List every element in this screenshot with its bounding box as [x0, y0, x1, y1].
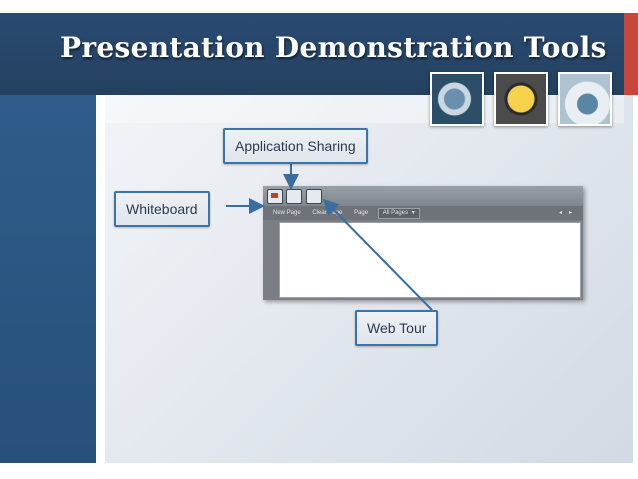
callout-whiteboard: Whiteboard	[114, 191, 210, 227]
clear-page-button[interactable]: Clear Page	[312, 206, 342, 220]
whiteboard-canvas[interactable]	[279, 222, 581, 298]
dvd-drive-icon	[558, 72, 612, 126]
left-sidebar	[0, 95, 96, 463]
callout-application-sharing: Application Sharing	[223, 128, 368, 164]
callout-web-tour: Web Tour	[355, 310, 439, 346]
header-accent	[624, 13, 638, 95]
page-label: Page	[354, 210, 369, 216]
camera-lens-icon	[430, 72, 484, 126]
window-toolbar	[263, 186, 583, 206]
new-page-button[interactable]: New Page	[273, 206, 301, 220]
app-window-screenshot: New Page Clear Page Page All Pages ▾ ◂ ▸	[263, 186, 583, 300]
page-select[interactable]: All Pages ▾	[377, 208, 420, 219]
headphones-icon	[494, 72, 548, 126]
whiteboard-tool-icon[interactable]	[267, 189, 283, 204]
window-page-strip: New Page Clear Page Page All Pages ▾ ◂ ▸	[263, 206, 583, 220]
prev-page-control[interactable]: ◂	[559, 206, 562, 220]
app-sharing-tool-icon[interactable]	[286, 189, 302, 204]
next-page-control[interactable]: ▸	[569, 206, 572, 220]
slide-title: Presentation Demonstration Tools	[60, 31, 607, 64]
page-select-value: All Pages	[382, 210, 409, 216]
bottom-strip	[0, 463, 96, 479]
web-tour-tool-icon[interactable]	[306, 189, 322, 204]
chevron-down-icon: ▾	[411, 210, 415, 216]
slide: Presentation Demonstration Tools New Pag…	[0, 0, 638, 479]
